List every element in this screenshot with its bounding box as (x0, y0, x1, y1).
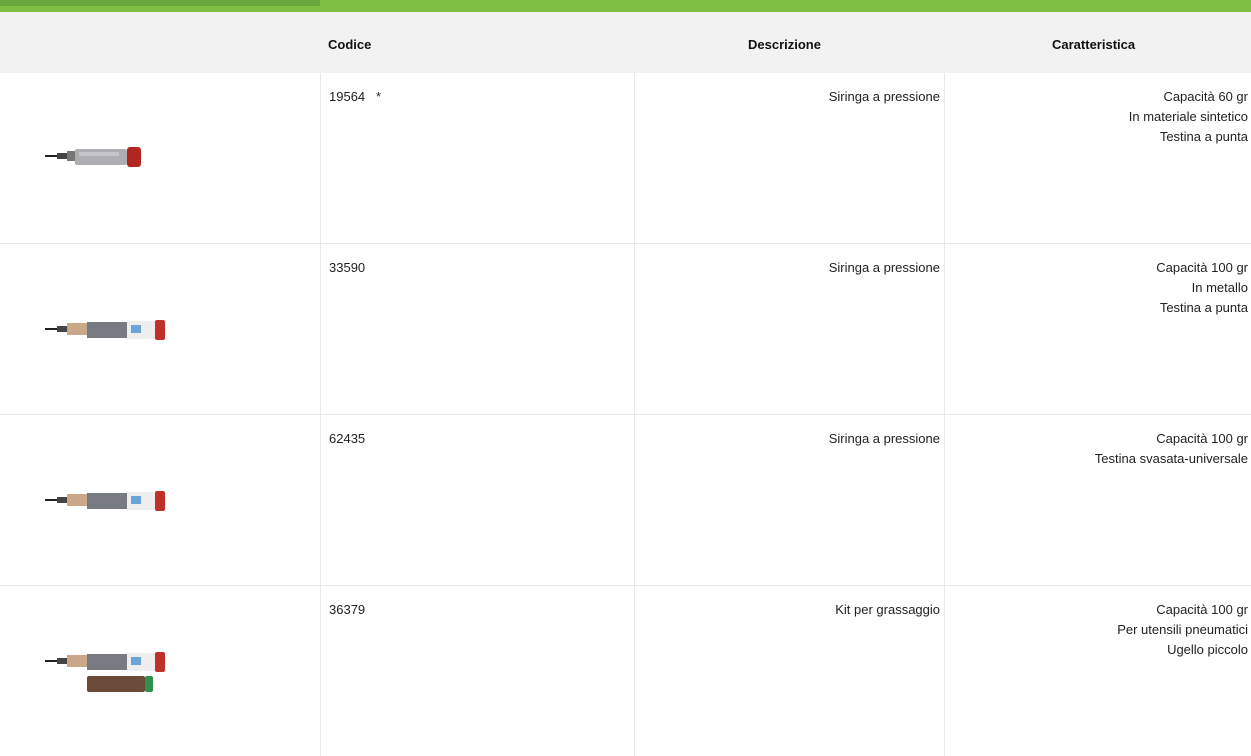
feature-line: Capacità 100 gr (1156, 260, 1248, 275)
feature-line: In metallo (1191, 280, 1248, 295)
grease-syringe-metal-icon (45, 491, 165, 511)
table-row: 19564 * Siringa a pressione Capacità 60 … (0, 73, 1251, 244)
feature-cell: Capacità 100 gr In metallo Testina a pun… (945, 244, 1251, 414)
product-description: Siringa a pressione (828, 89, 940, 104)
feature-line: Testina a punta (1159, 129, 1248, 144)
product-table: Codice Descrizione Caratteristica 19564 … (0, 12, 1251, 756)
description-cell: Siringa a pressione (634, 244, 945, 414)
feature-line: In materiale sintetico (1128, 109, 1248, 124)
table-header: Codice Descrizione Caratteristica (0, 12, 1251, 73)
product-description: Siringa a pressione (828, 431, 940, 446)
code-cell: 33590 (320, 244, 635, 414)
grease-kit-icon (45, 652, 165, 692)
feature-cell: Capacità 100 gr Per utensili pneumatici … (945, 586, 1251, 756)
column-header-code: Codice (328, 37, 372, 52)
column-header-feature: Caratteristica (1052, 37, 1136, 52)
product-image-cell (0, 415, 320, 585)
feature-line: Ugello piccolo (1167, 642, 1248, 657)
grease-syringe-clear-icon (45, 147, 141, 167)
product-code: 19564 * (329, 89, 382, 104)
feature-cell: Capacità 60 gr In materiale sintetico Te… (945, 73, 1251, 243)
feature-line: Capacità 60 gr (1163, 89, 1248, 104)
description-cell: Siringa a pressione (634, 73, 945, 243)
code-cell: 62435 (320, 415, 635, 585)
product-description: Siringa a pressione (828, 260, 940, 275)
product-image-cell (0, 244, 320, 414)
product-image-cell (0, 73, 320, 243)
feature-line: Testina a punta (1159, 300, 1248, 315)
table-row: 33590 Siringa a pressione Capacità 100 g… (0, 244, 1251, 415)
product-image-cell (0, 586, 320, 756)
product-code: 36379 (329, 602, 366, 617)
feature-line: Per utensili pneumatici (1117, 622, 1248, 637)
feature-line: Testina svasata-universale (1094, 451, 1248, 466)
feature-cell: Capacità 100 gr Testina svasata-universa… (945, 415, 1251, 585)
product-code: 62435 (329, 431, 366, 446)
description-cell: Siringa a pressione (634, 415, 945, 585)
description-cell: Kit per grassaggio (634, 586, 945, 756)
table-row: 62435 Siringa a pressione Capacità 100 g… (0, 415, 1251, 586)
feature-line: Capacità 100 gr (1156, 431, 1248, 446)
code-cell: 36379 (320, 586, 635, 756)
code-cell: 19564 * (320, 73, 635, 243)
grease-syringe-metal-icon (45, 320, 165, 340)
product-code: 33590 (329, 260, 366, 275)
product-description: Kit per grassaggio (835, 602, 940, 617)
feature-line: Capacità 100 gr (1156, 602, 1248, 617)
column-header-description: Descrizione (748, 37, 821, 52)
top-accent-shade (0, 0, 320, 6)
table-row: 36379 Kit per grassaggio Capacità 100 gr… (0, 586, 1251, 756)
